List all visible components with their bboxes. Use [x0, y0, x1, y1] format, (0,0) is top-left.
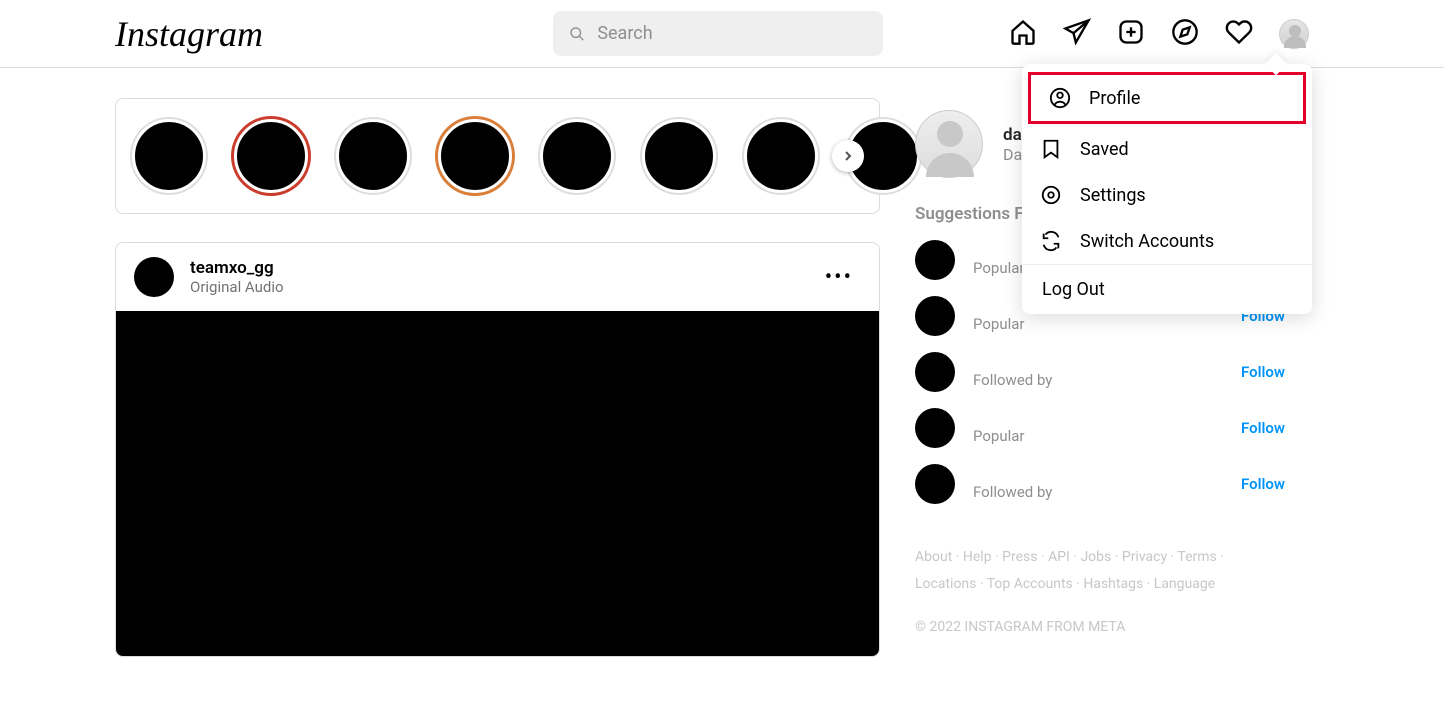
footer-links[interactable]: About · Help · Press · API · Jobs · Priv… — [915, 544, 1285, 597]
profile-icon — [1049, 87, 1071, 109]
dropdown-profile[interactable]: Profile — [1028, 72, 1306, 124]
dropdown-saved[interactable]: Saved — [1022, 126, 1312, 172]
new-post-icon[interactable] — [1117, 18, 1145, 50]
search-icon — [569, 25, 585, 43]
suggestion-item: Popular Follow — [915, 408, 1285, 448]
dropdown-logout[interactable]: Log Out — [1022, 265, 1312, 314]
dropdown-profile-label: Profile — [1089, 88, 1140, 109]
suggestion-avatar[interactable] — [915, 296, 955, 336]
suggestion-item: Followed by Follow — [915, 352, 1285, 392]
messages-icon[interactable] — [1063, 18, 1091, 50]
dropdown-settings-label: Settings — [1080, 185, 1146, 206]
suggestion-avatar[interactable] — [915, 240, 955, 280]
home-icon[interactable] — [1009, 18, 1037, 50]
suggestion-avatar[interactable] — [915, 464, 955, 504]
dropdown-saved-label: Saved — [1080, 139, 1129, 160]
suggestion-avatar[interactable] — [915, 352, 955, 392]
suggestion-meta: Popular — [973, 315, 1025, 333]
post-audio-label[interactable]: Original Audio — [190, 278, 284, 296]
suggestion-meta: Popular — [973, 259, 1025, 277]
feed-post: teamxo_gg Original Audio ••• — [115, 242, 880, 657]
nav-icons — [1009, 18, 1309, 50]
current-user-subtitle: Da — [1003, 145, 1022, 164]
feed-column: teamxo_gg Original Audio ••• — [115, 98, 880, 657]
bookmark-icon — [1040, 138, 1062, 160]
story-item[interactable] — [642, 119, 716, 193]
suggestion-meta: Popular — [973, 427, 1025, 445]
explore-icon[interactable] — [1171, 18, 1199, 50]
search-input[interactable] — [597, 23, 867, 44]
search-box[interactable] — [553, 11, 883, 56]
stories-next-button[interactable] — [832, 140, 864, 172]
post-author-avatar[interactable] — [134, 257, 174, 297]
footer-copyright: © 2022 INSTAGRAM FROM META — [915, 619, 1285, 635]
story-item[interactable] — [438, 119, 512, 193]
switch-icon — [1040, 230, 1062, 252]
profile-avatar-button[interactable] — [1279, 19, 1309, 49]
dropdown-switch-label: Switch Accounts — [1080, 231, 1214, 252]
suggestion-meta: Followed by — [973, 483, 1052, 501]
gear-icon — [1040, 184, 1062, 206]
story-item[interactable] — [540, 119, 614, 193]
instagram-logo[interactable]: Instagram — [115, 13, 263, 55]
story-item[interactable] — [234, 119, 308, 193]
dropdown-settings[interactable]: Settings — [1022, 172, 1312, 218]
story-item[interactable] — [132, 119, 206, 193]
follow-button[interactable]: Follow — [1241, 419, 1285, 437]
chevron-right-icon — [840, 148, 856, 164]
current-user-avatar[interactable] — [915, 110, 983, 178]
story-item[interactable] — [336, 119, 410, 193]
follow-button[interactable]: Follow — [1241, 475, 1285, 493]
stories-tray — [115, 98, 880, 214]
story-item[interactable] — [744, 119, 818, 193]
suggestion-item: Followed by Follow — [915, 464, 1285, 504]
follow-button[interactable]: Follow — [1241, 363, 1285, 381]
current-user-name[interactable]: da — [1003, 125, 1022, 145]
top-bar: Instagram — [0, 0, 1444, 68]
suggestion-meta: Followed by — [973, 371, 1052, 389]
post-options-button[interactable]: ••• — [825, 265, 861, 290]
post-username[interactable]: teamxo_gg — [190, 258, 284, 278]
suggestion-avatar[interactable] — [915, 408, 955, 448]
dropdown-switch[interactable]: Switch Accounts — [1022, 218, 1312, 264]
profile-dropdown: Profile Saved Settings Switch Accounts L… — [1022, 64, 1312, 314]
activity-icon[interactable] — [1225, 18, 1253, 50]
post-media[interactable] — [116, 311, 879, 656]
post-header: teamxo_gg Original Audio ••• — [116, 243, 879, 311]
